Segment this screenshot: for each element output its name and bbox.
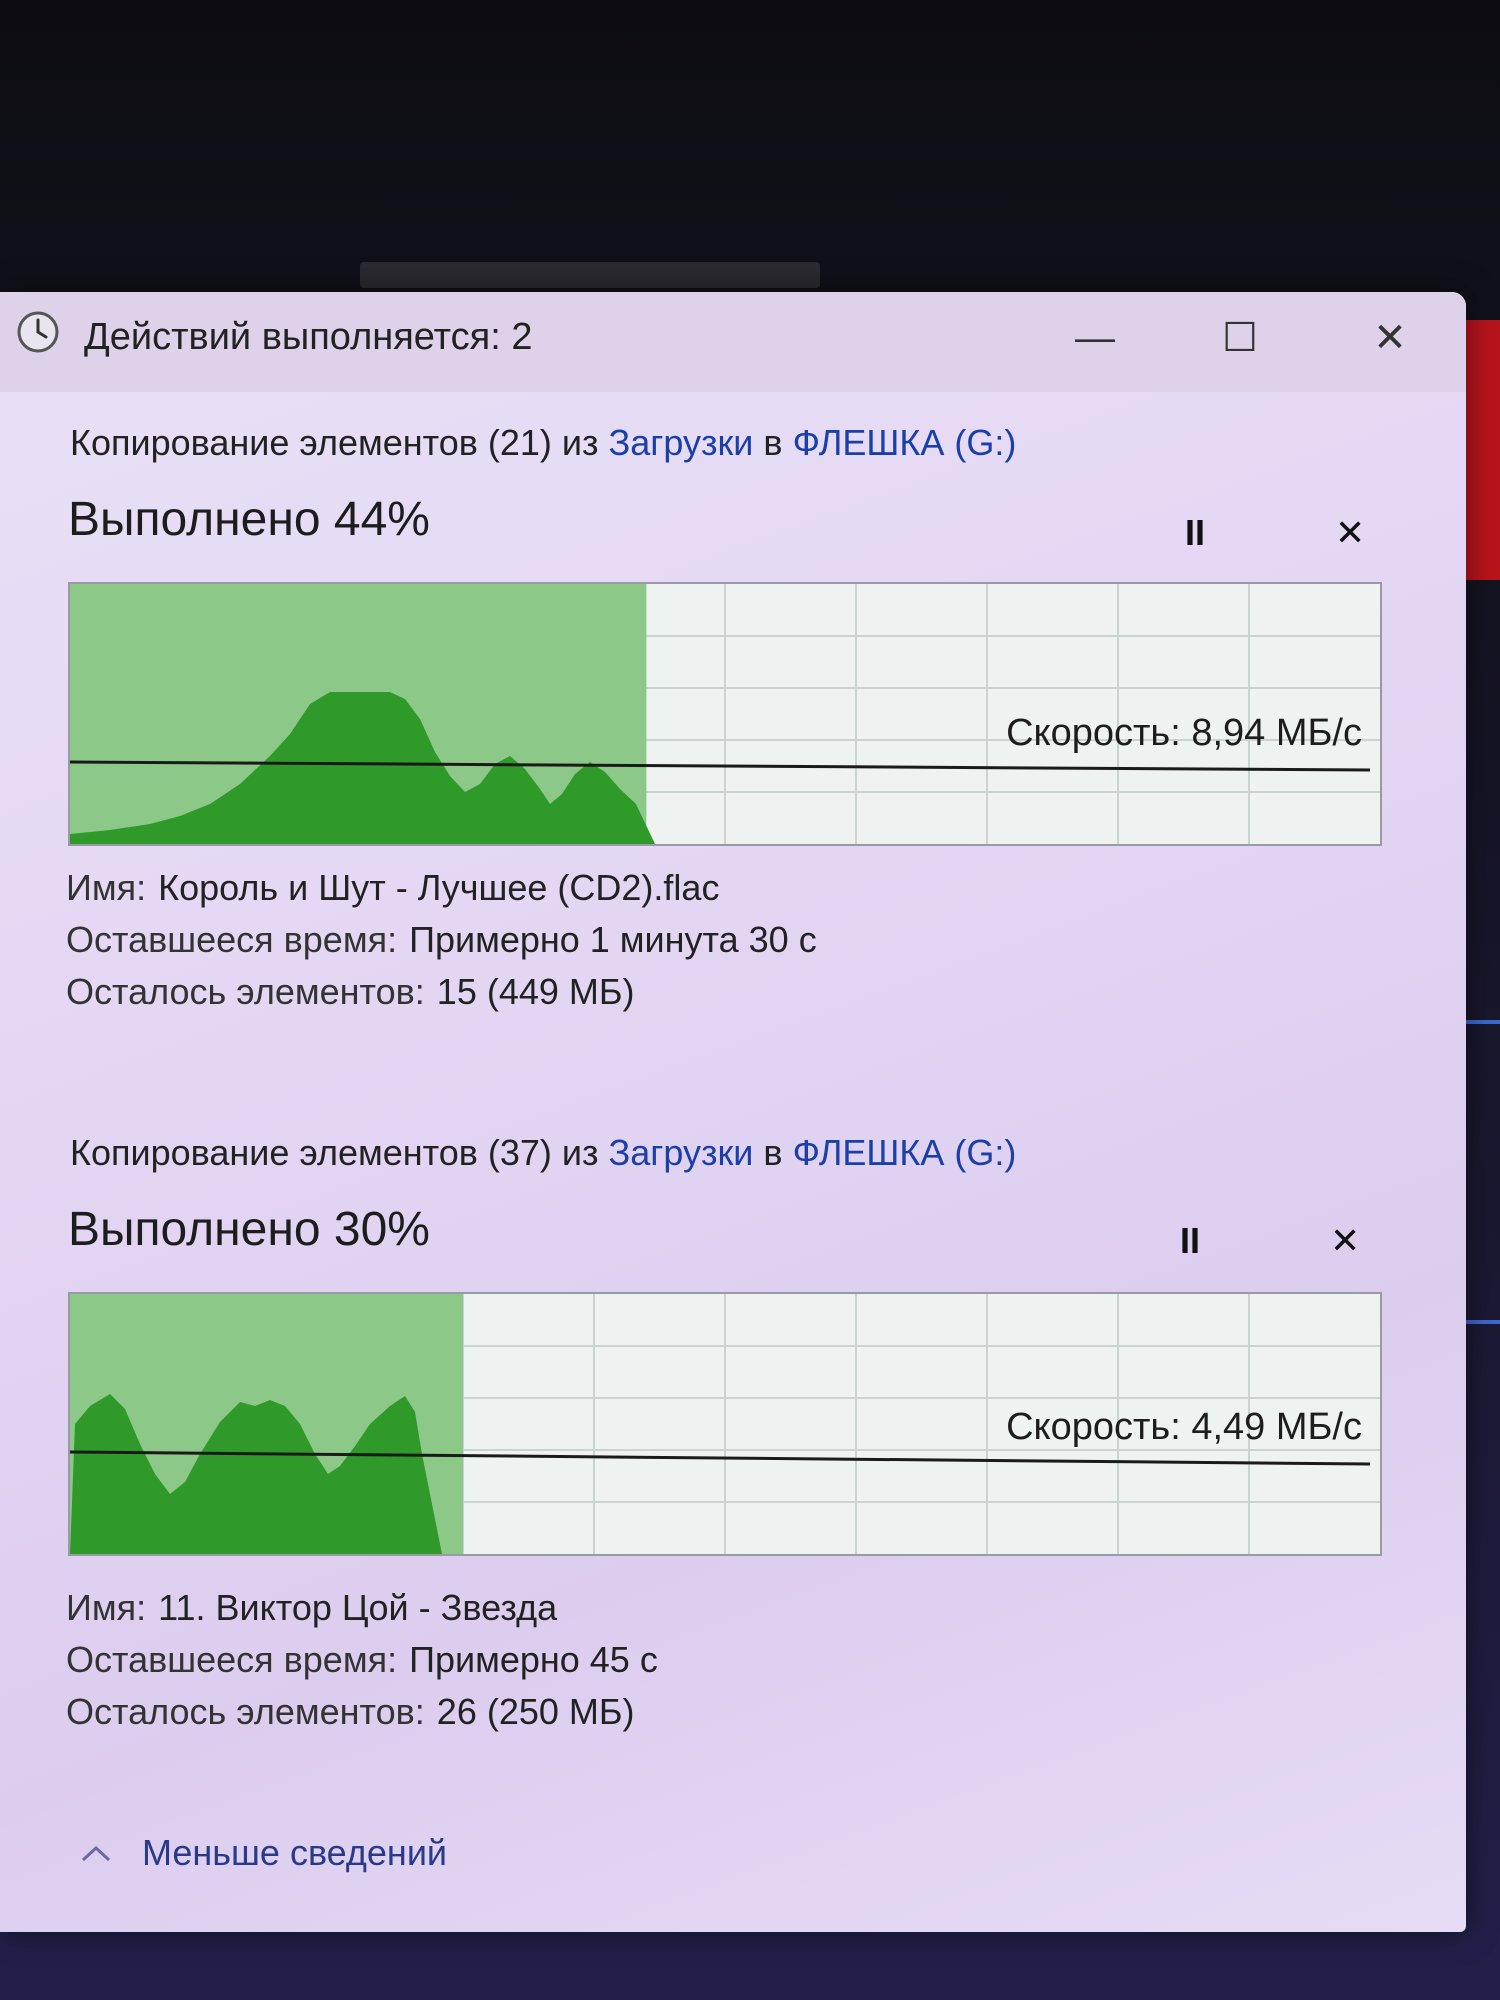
transfer-speed-graph: Скорость: 4,49 МБ/с (68, 1292, 1382, 1556)
cancel-button[interactable]: ✕ (1335, 512, 1365, 554)
time-remaining-value: Примерно 1 минута 30 с (409, 919, 817, 960)
file-name-row: Имя: 11. Виктор Цой - Звезда (66, 1582, 658, 1634)
transfer-speed-graph: Скорость: 8,94 МБ/с (68, 582, 1382, 846)
time-remaining-label: Оставшееся время: (66, 919, 398, 960)
speed-area (70, 1394, 442, 1554)
operation-header: Копирование элементов (37) из Загрузки в… (70, 1132, 1016, 1174)
operation-header-connector: в (753, 422, 793, 463)
operation-details: Имя: 11. Виктор Цой - Звезда Оставшееся в… (66, 1582, 658, 1738)
items-remaining-value: 15 (449 МБ) (436, 971, 635, 1012)
desktop-background-element (1460, 1020, 1500, 1024)
less-details-label: Меньше сведений (142, 1832, 448, 1873)
speed-label: Скорость: 4,49 МБ/с (1006, 1406, 1362, 1448)
destination-drive-link[interactable]: ФЛЕШКА (G:) (793, 1132, 1017, 1173)
operation-header-text: Копирование элементов (21) из (70, 422, 609, 463)
file-name-row: Имя: Король и Шут - Лучшее (CD2).flac (66, 862, 817, 914)
operation-details: Имя: Король и Шут - Лучшее (CD2).flac Ост… (66, 862, 817, 1018)
maximize-button[interactable]: ☐ (1185, 298, 1295, 378)
speed-label: Скорость: 8,94 МБ/с (1006, 712, 1362, 754)
chevron-up-icon (81, 1845, 111, 1862)
operation-header: Копирование элементов (21) из Загрузки в… (70, 422, 1016, 464)
items-remaining-label: Осталось элементов: (66, 1691, 425, 1732)
progress-status: Выполнено 44% (68, 493, 430, 546)
less-details-button[interactable]: Меньше сведений (80, 1832, 447, 1874)
file-name-label: Имя: (66, 867, 147, 908)
pause-button[interactable]: II (1185, 512, 1205, 554)
desktop-background-element (1460, 320, 1500, 580)
pause-button[interactable]: II (1180, 1220, 1200, 1262)
title-bar[interactable]: Действий выполняется: 2 — ☐ ✕ (0, 292, 1466, 392)
time-remaining-label: Оставшееся время: (66, 1639, 398, 1680)
operation-header-text: Копирование элементов (37) из (70, 1132, 609, 1173)
desktop-background-element (360, 262, 820, 288)
file-name-label: Имя: (66, 1587, 147, 1628)
close-button[interactable]: ✕ (1335, 298, 1445, 378)
source-folder-link[interactable]: Загрузки (609, 422, 754, 463)
time-remaining-row: Оставшееся время: Примерно 45 с (66, 1634, 658, 1686)
file-name-value: Король и Шут - Лучшее (CD2).flac (158, 867, 720, 908)
items-remaining-label: Осталось элементов: (66, 971, 425, 1012)
destination-drive-link[interactable]: ФЛЕШКА (G:) (793, 422, 1017, 463)
clock-icon (17, 311, 59, 353)
items-remaining-value: 26 (250 МБ) (436, 1691, 635, 1732)
items-remaining-row: Осталось элементов: 26 (250 МБ) (66, 1686, 658, 1738)
file-operation-dialog: Действий выполняется: 2 — ☐ ✕ Копировани… (0, 292, 1466, 1932)
file-name-value: 11. Виктор Цой - Звезда (158, 1587, 558, 1628)
time-remaining-row: Оставшееся время: Примерно 1 минута 30 с (66, 914, 817, 966)
items-remaining-row: Осталось элементов: 15 (449 МБ) (66, 966, 817, 1018)
source-folder-link[interactable]: Загрузки (609, 1132, 754, 1173)
desktop-background-element (1460, 1320, 1500, 1324)
operation-header-connector: в (753, 1132, 793, 1173)
window-title: Действий выполняется: 2 (84, 316, 533, 358)
time-remaining-value: Примерно 45 с (409, 1639, 658, 1680)
progress-status: Выполнено 30% (68, 1203, 430, 1256)
cancel-button[interactable]: ✕ (1330, 1220, 1360, 1262)
minimize-button[interactable]: — (1040, 298, 1150, 378)
